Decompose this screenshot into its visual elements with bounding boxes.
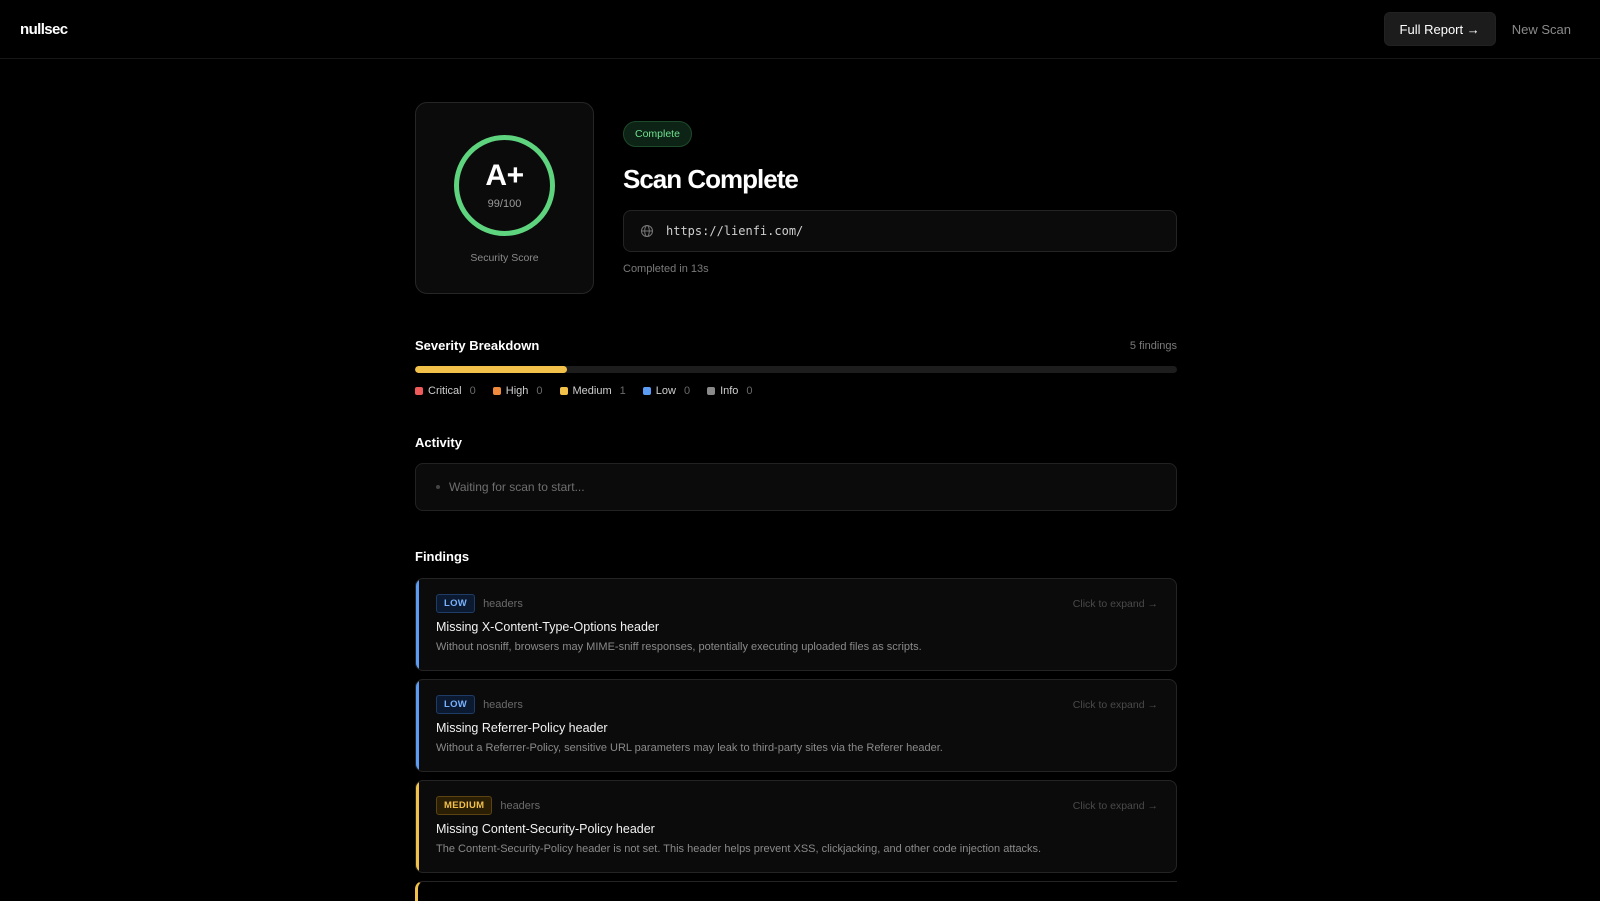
high-dot-icon xyxy=(492,387,501,395)
nav-actions: Full Report → New Scan xyxy=(1383,12,1580,46)
score-ring: A+ 99/100 xyxy=(454,135,555,236)
finding-title: Missing Referrer-Policy header xyxy=(436,721,608,735)
finding-card[interactable]: LOW headers Click to expand → Missing X-… xyxy=(415,578,1177,671)
legend-critical: Critical 0 xyxy=(415,385,476,397)
legend-count: 0 xyxy=(746,385,753,397)
legend-label: Critical xyxy=(428,385,462,397)
severity-accent xyxy=(416,579,419,670)
activity-log: Waiting for scan to start... xyxy=(415,463,1177,511)
low-dot-icon xyxy=(642,387,651,395)
legend-count: 1 xyxy=(619,385,626,397)
legend-info: Info 0 xyxy=(707,385,753,397)
finding-card[interactable]: MEDIUM headers Click to expand → Missing… xyxy=(415,780,1177,873)
severity-accent xyxy=(416,781,419,872)
severity-bar-fill xyxy=(415,366,568,373)
medium-dot-icon xyxy=(559,387,568,395)
score-grade: A+ xyxy=(485,159,524,192)
severity-bar xyxy=(415,366,1177,373)
legend-count: 0 xyxy=(683,385,691,397)
top-nav: nullsec Full Report → New Scan xyxy=(0,0,1600,59)
legend-high: High 0 xyxy=(492,385,543,397)
finding-card-partial[interactable] xyxy=(415,881,1177,901)
finding-category: headers xyxy=(483,597,523,610)
severity-header: Severity Breakdown 5 findings xyxy=(415,338,1177,353)
severity-tag: LOW xyxy=(436,594,476,613)
severity-tag: MEDIUM xyxy=(436,796,493,815)
legend-label: Info xyxy=(720,385,739,397)
score-label: Security Score xyxy=(470,252,539,264)
expand-link[interactable]: Click to expand → xyxy=(1073,598,1158,610)
finding-category: headers xyxy=(500,799,541,812)
finding-title: Missing Content-Security-Policy header xyxy=(436,822,655,836)
finding-category: headers xyxy=(483,698,523,711)
finding-description: Without a Referrer-Policy, sensitive URL… xyxy=(436,742,943,754)
activity-section: Activity Waiting for scan to start... xyxy=(415,435,1177,511)
finding-tags: MEDIUM headers xyxy=(436,796,540,815)
severity-accent xyxy=(416,680,419,771)
score-value: 99/100 xyxy=(487,198,522,210)
app-logo[interactable]: nullsec xyxy=(20,21,68,38)
finding-tags: LOW headers xyxy=(436,594,523,613)
finding-tags: LOW headers xyxy=(436,695,523,714)
status-badge: Complete xyxy=(623,121,692,147)
severity-breakdown: Severity Breakdown 5 findings Critical 0… xyxy=(415,338,1177,397)
new-scan-button[interactable]: New Scan xyxy=(1512,22,1580,37)
status-dot-icon xyxy=(436,485,440,489)
full-report-button[interactable]: Full Report → xyxy=(1383,12,1496,46)
legend-label: High xyxy=(505,385,529,397)
page-title: Scan Complete xyxy=(623,164,799,194)
info-dot-icon xyxy=(707,387,716,395)
main-content: A+ 99/100 Security Score Complete Scan C… xyxy=(415,102,1177,901)
findings-title: Findings xyxy=(415,549,470,564)
scanned-url-box: https://lienfi.com/ xyxy=(623,210,1177,252)
finding-card[interactable]: LOW headers Click to expand → Missing Re… xyxy=(415,679,1177,772)
legend-label: Low xyxy=(655,385,676,397)
severity-legend: Critical 0 High 0 Medium 1 Low 0 Info 0 xyxy=(415,385,1177,397)
legend-count: 0 xyxy=(536,385,543,397)
scan-summary: A+ 99/100 Security Score Complete Scan C… xyxy=(415,102,1177,294)
findings-count: 5 findings xyxy=(1129,339,1177,352)
activity-message: Waiting for scan to start... xyxy=(449,480,585,494)
legend-count: 0 xyxy=(469,385,476,397)
finding-header: MEDIUM headers Click to expand → xyxy=(436,796,1158,815)
scanned-url: https://lienfi.com/ xyxy=(666,224,804,238)
severity-tag: LOW xyxy=(436,695,476,714)
legend-medium: Medium 1 xyxy=(559,385,626,397)
finding-title: Missing X-Content-Type-Options header xyxy=(436,620,660,634)
finding-header: LOW headers Click to expand → xyxy=(436,695,1158,714)
findings-section: Findings LOW headers Click to expand → M… xyxy=(415,549,1177,901)
completion-time: Completed in 13s xyxy=(623,263,709,275)
critical-dot-icon xyxy=(415,387,423,395)
activity-title: Activity xyxy=(415,435,462,450)
scan-info: Complete Scan Complete https://lienfi.co… xyxy=(623,102,1177,294)
legend-low: Low 0 xyxy=(642,385,691,397)
globe-icon xyxy=(640,224,654,238)
expand-link[interactable]: Click to expand → xyxy=(1073,699,1158,711)
severity-title: Severity Breakdown xyxy=(415,338,540,353)
expand-link[interactable]: Click to expand → xyxy=(1073,800,1158,812)
finding-header: LOW headers Click to expand → xyxy=(436,594,1158,613)
legend-label: Medium xyxy=(572,385,612,397)
finding-description: Without nosniff, browsers may MIME-sniff… xyxy=(436,641,922,653)
finding-description: The Content-Security-Policy header is no… xyxy=(436,843,1042,855)
security-score-card: A+ 99/100 Security Score xyxy=(415,102,594,294)
